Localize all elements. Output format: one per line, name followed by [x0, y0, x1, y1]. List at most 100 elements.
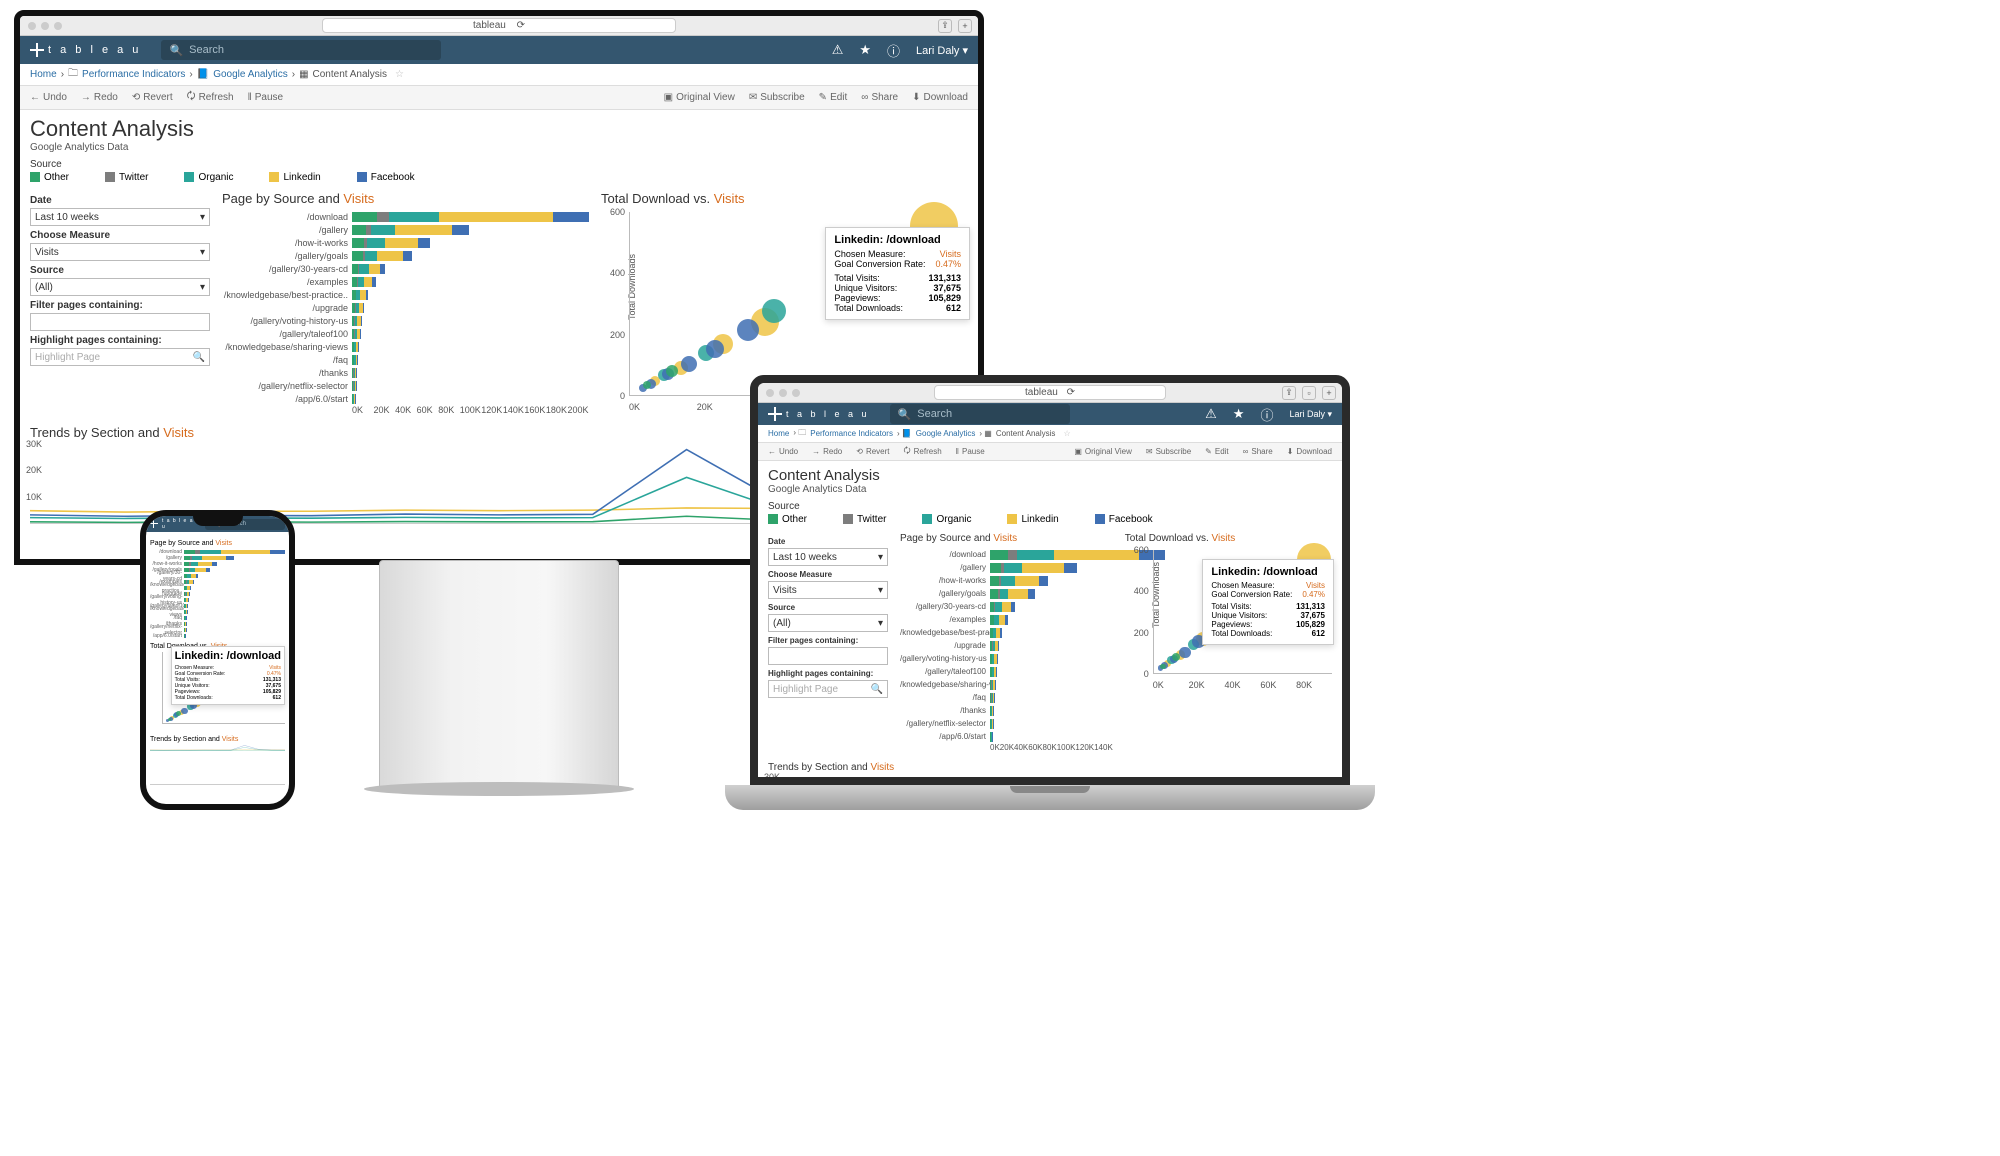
url-bar[interactable]: tableau ⟳: [934, 385, 1166, 400]
bar-row[interactable]: /how-it-works: [222, 236, 589, 249]
original-view-button[interactable]: ▣ Original View: [1074, 447, 1132, 456]
redo-button[interactable]: → Redo: [81, 92, 118, 103]
legend-item[interactable]: Twitter: [105, 172, 148, 183]
alert-icon[interactable]: ⚠: [832, 42, 844, 58]
bar-row[interactable]: /gallery: [900, 561, 1113, 574]
revert-button[interactable]: ⟲ Revert: [132, 92, 173, 103]
bar-row[interactable]: /app/6.0/start: [150, 633, 285, 639]
legend-item[interactable]: Facebook: [357, 172, 415, 183]
search-input[interactable]: 🔍Search: [890, 404, 1070, 424]
bar-row[interactable]: /gallery/goals: [900, 587, 1113, 600]
bubble[interactable]: [643, 381, 651, 389]
user-menu[interactable]: Lari Daly ▾: [916, 44, 968, 57]
legend-item[interactable]: Organic: [922, 514, 971, 525]
date-select[interactable]: Last 10 weeks▾: [30, 208, 210, 226]
legend-item[interactable]: Linkedin: [1007, 514, 1058, 525]
window-controls[interactable]: [28, 22, 62, 30]
bar-row[interactable]: /gallery/netflix-selector: [222, 379, 589, 392]
highlight-input[interactable]: Highlight Page🔍: [768, 680, 888, 698]
tableau-logo[interactable]: t a b l e a u: [150, 518, 199, 530]
undo-button[interactable]: ← Undo: [30, 92, 67, 103]
user-menu[interactable]: Lari Daly ▾: [1289, 409, 1332, 420]
bar-row[interactable]: /gallery/voting-history-us: [900, 652, 1113, 665]
tableau-logo[interactable]: t a b l e a u: [30, 43, 141, 57]
legend-item[interactable]: Other: [30, 172, 69, 183]
favorite-star-icon[interactable]: ☆: [1063, 429, 1070, 438]
source-select[interactable]: (All)▾: [30, 278, 210, 296]
bubble[interactable]: [737, 319, 759, 341]
crumb-perf[interactable]: Performance Indicators: [82, 69, 185, 80]
redo-button[interactable]: → Redo: [812, 447, 842, 456]
source-select[interactable]: (All)▾: [768, 614, 888, 632]
new-tab-icon[interactable]: +: [958, 19, 972, 33]
trends-chart[interactable]: Trends by Section and Visits 10K20K30K N…: [768, 762, 1332, 777]
favorite-star-icon[interactable]: ☆: [395, 69, 404, 80]
download-button[interactable]: ⬇ Download: [1287, 447, 1332, 456]
legend-item[interactable]: Organic: [184, 172, 233, 183]
favorite-icon[interactable]: ★: [1233, 406, 1245, 422]
bar-row[interactable]: /download: [222, 210, 589, 223]
alert-icon[interactable]: ⚠: [1205, 406, 1217, 422]
bubble[interactable]: [168, 718, 171, 721]
bar-row[interactable]: /upgrade: [222, 301, 589, 314]
new-tab-icon[interactable]: ▫: [1302, 386, 1316, 400]
bar-row[interactable]: /examples: [900, 613, 1113, 626]
download-vs-visits-chart[interactable]: Total Download vs. Visits Total Download…: [1125, 533, 1332, 752]
share-icon[interactable]: ⇪: [938, 19, 952, 33]
bar-row[interactable]: /thanks: [900, 704, 1113, 717]
bar-row[interactable]: /gallery/taleof100: [900, 665, 1113, 678]
bar-row[interactable]: /upgrade: [900, 639, 1113, 652]
filter-pages-input[interactable]: [30, 313, 210, 331]
crumb-home[interactable]: Home: [30, 69, 57, 80]
bar-row[interactable]: /download: [900, 548, 1113, 561]
legend-item[interactable]: Other: [768, 514, 807, 525]
bar-row[interactable]: /knowledgebase/sharing-views: [222, 340, 589, 353]
browser-actions[interactable]: ⇪▫+: [1282, 386, 1336, 400]
search-input[interactable]: 🔍Search: [161, 40, 441, 60]
bar-row[interactable]: /knowledgebase/best-practice..: [222, 288, 589, 301]
bubble[interactable]: [176, 711, 181, 716]
crumb-perf[interactable]: Performance Indicators: [810, 429, 893, 438]
date-select[interactable]: Last 10 weeks▾: [768, 548, 888, 566]
subscribe-button[interactable]: ✉ Subscribe: [1146, 447, 1191, 456]
refresh-button[interactable]: 🗘 Refresh: [187, 89, 234, 106]
bar-row[interactable]: /gallery/netflix-selector: [900, 717, 1113, 730]
bar-row[interactable]: /knowledgebase/sharing-views: [900, 678, 1113, 691]
share-icon[interactable]: ⇪: [1282, 386, 1296, 400]
info-icon[interactable]: ⓘ: [1260, 405, 1273, 424]
pause-button[interactable]: ‖ Pause: [248, 92, 284, 103]
tableau-logo[interactable]: t a b l e a u: [768, 407, 870, 421]
bar-row[interactable]: /faq: [900, 691, 1113, 704]
share-button[interactable]: ∞ Share: [861, 92, 898, 103]
bar-row[interactable]: /gallery/goals: [222, 249, 589, 262]
subscribe-button[interactable]: ✉ Subscribe: [749, 92, 805, 103]
original-view-button[interactable]: ▣ Original View: [664, 92, 735, 103]
bar-row[interactable]: /gallery/30-years-cd: [900, 600, 1113, 613]
bar-row[interactable]: /how-it-works: [900, 574, 1113, 587]
bar-row[interactable]: /examples: [222, 275, 589, 288]
bar-row[interactable]: /gallery/voting-history-us: [222, 314, 589, 327]
filter-pages-input[interactable]: [768, 647, 888, 665]
bubble[interactable]: [706, 340, 724, 358]
bar-row[interactable]: /app/6.0/start: [222, 392, 589, 405]
bubble[interactable]: [666, 365, 678, 377]
refresh-button[interactable]: 🗘 Refresh: [904, 445, 942, 459]
legend-item[interactable]: Linkedin: [269, 172, 320, 183]
bar-row[interactable]: /knowledgebase/best-practice..: [900, 626, 1113, 639]
crumb-ga[interactable]: Google Analytics: [916, 429, 976, 438]
pause-button[interactable]: ‖ Pause: [956, 447, 985, 456]
legend-item[interactable]: Twitter: [843, 514, 886, 525]
bubble[interactable]: [1179, 647, 1190, 658]
crumb-ga[interactable]: Google Analytics: [213, 69, 288, 80]
url-bar[interactable]: tableau ⟳: [322, 18, 676, 33]
browser-actions[interactable]: ⇪+: [938, 19, 972, 33]
bar-row[interactable]: /thanks: [222, 366, 589, 379]
bubble[interactable]: [681, 356, 697, 372]
favorite-icon[interactable]: ★: [859, 42, 871, 58]
bar-row[interactable]: /app/6.0/start: [900, 730, 1113, 743]
legend-item[interactable]: Facebook: [1095, 514, 1153, 525]
measure-select[interactable]: Visits▾: [768, 581, 888, 599]
info-icon[interactable]: ⓘ: [887, 41, 900, 60]
page-by-source-chart[interactable]: Page by Source and Visits /download/gall…: [222, 191, 589, 415]
revert-button[interactable]: ⟲ Revert: [856, 447, 889, 456]
